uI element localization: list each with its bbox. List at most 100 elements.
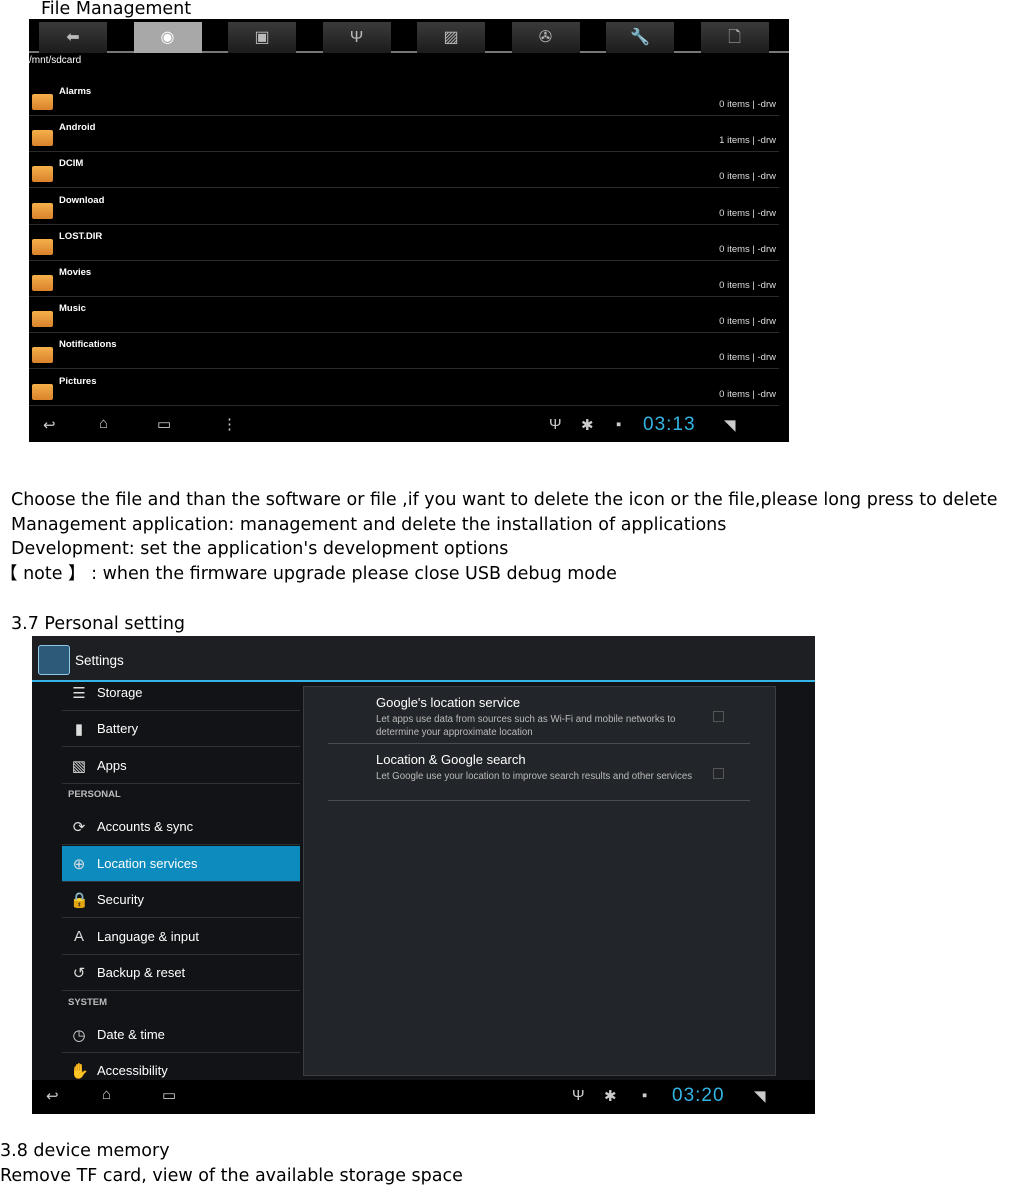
internal-storage-icon: ▣ xyxy=(254,29,270,46)
sync-icon: ⟳ xyxy=(72,819,86,836)
clock: 03:20 xyxy=(672,1085,725,1106)
folder-row[interactable]: Music 0 items | -drw xyxy=(29,297,779,334)
section-personal: PERSONAL xyxy=(68,789,121,800)
folder-name: Notifications xyxy=(59,339,117,351)
location-option[interactable]: Google's location service Let apps use da… xyxy=(328,687,750,744)
tab-usb[interactable]: Ψ xyxy=(322,22,391,53)
back-icon[interactable]: ↩ xyxy=(46,1087,59,1105)
paragraph: Management application: management and d… xyxy=(11,515,727,535)
settings-item-backup-reset[interactable]: ↺ Backup & reset xyxy=(62,955,300,991)
settings-item-label: Accessibility xyxy=(97,1063,168,1078)
film-reel-icon: ✇ xyxy=(538,29,553,46)
tab-back-arrow[interactable]: ⬅ xyxy=(39,22,107,53)
tab-sdcard[interactable]: ◉ xyxy=(133,22,202,53)
folder-row[interactable]: Android 1 items | -drw xyxy=(29,116,779,153)
settings-item-label: Location services xyxy=(97,856,198,871)
folder-meta: 0 items | -drw xyxy=(719,171,776,183)
back-icon[interactable]: ↩ xyxy=(43,416,56,434)
apps-icon: ▧ xyxy=(71,758,87,775)
home-icon[interactable]: ⌂ xyxy=(99,415,108,432)
folder-icon xyxy=(32,383,53,400)
back-arrow-icon: ⬅ xyxy=(66,29,80,46)
note: 【 note 】 : when the firmware upgrade ple… xyxy=(0,564,617,584)
settings-item-accounts-sync[interactable]: ⟳ Accounts & sync xyxy=(62,809,300,845)
settings-item-language-input[interactable]: A Language & input xyxy=(62,919,300,955)
tab-wrench[interactable]: 🔧 xyxy=(606,22,674,53)
folder-row[interactable]: Download 0 items | -drw xyxy=(29,189,779,225)
folder-icon xyxy=(32,94,53,110)
folder-meta: 0 items | -drw xyxy=(719,243,776,255)
tab-film-reel[interactable]: ✇ xyxy=(511,22,580,53)
folder-name: Alarms xyxy=(59,86,92,97)
nav-bar: ↩ ⌂ ▭ Ψ ✱ ▪ 03:20 ◥ xyxy=(32,1080,815,1114)
file-tabs: ⬅ ◉ ▣ Ψ ▨ ✇ 🔧 🗋 xyxy=(29,19,789,53)
option-checkbox[interactable] xyxy=(713,768,724,779)
folder-name: Movies xyxy=(59,267,92,278)
folder-row[interactable]: Alarms 0 items | -drw xyxy=(29,80,779,116)
folder-row[interactable]: Movies 0 items | -drw xyxy=(29,261,779,297)
folder-icon xyxy=(32,130,53,147)
folder-name: Download xyxy=(59,194,105,206)
location-icon: ⊕ xyxy=(72,856,86,873)
nav-bar: ↩ ⌂ ▭ ⋮ Ψ ✱ ▪ 03:13 ◥ xyxy=(29,411,789,442)
settings-item-apps[interactable]: ▧ Apps xyxy=(62,748,300,784)
tab-internal-storage[interactable]: ▣ xyxy=(228,22,296,53)
section-system: SYSTEM xyxy=(68,997,108,1008)
usb-icon: Ψ xyxy=(349,29,364,46)
recent-apps-icon[interactable]: ▭ xyxy=(162,1086,176,1104)
page-title: File Management xyxy=(41,0,192,19)
folder-meta: 0 items | -drw xyxy=(719,388,776,400)
folder-name: DCIM xyxy=(59,158,84,170)
wrench-icon: 🔧 xyxy=(630,29,650,46)
settings-item-label: Language & input xyxy=(97,929,199,944)
folder-meta: 0 items | -drw xyxy=(719,352,776,364)
recent-apps-icon[interactable]: ▭ xyxy=(157,415,171,433)
settings-app-icon[interactable] xyxy=(38,645,70,675)
folder-meta: 0 items | -drw xyxy=(719,99,776,110)
settings-item-label: Backup & reset xyxy=(97,965,186,980)
tab-image[interactable]: ▨ xyxy=(417,22,485,53)
settings-item-label: Apps xyxy=(97,758,127,773)
paragraph: Choose the file and than the software or… xyxy=(11,490,998,510)
settings-item-battery[interactable]: ▮ Battery xyxy=(62,711,300,747)
folder-row[interactable]: Pictures 0 items | -drw xyxy=(29,370,779,406)
debug-icon: ✱ xyxy=(581,417,594,434)
folder-icon xyxy=(32,238,53,255)
settings-item-security[interactable]: 🔒 Security xyxy=(62,882,300,918)
notification-icon: ▪ xyxy=(642,1087,648,1104)
section-heading: 3.8 device memory xyxy=(0,1141,170,1161)
battery-icon: ▮ xyxy=(74,721,84,738)
option-title: Location & Google search xyxy=(376,752,526,767)
option-title: Google's location service xyxy=(376,695,521,710)
location-panel: Google's location service Let apps use da… xyxy=(303,686,776,1076)
language-icon: A xyxy=(73,928,84,945)
option-checkbox[interactable] xyxy=(713,711,724,722)
settings-item-location-services[interactable]: ⊕ Location services xyxy=(62,846,300,882)
usb-icon: Ψ xyxy=(572,1087,585,1104)
settings-item-label: Battery xyxy=(97,721,139,736)
sdcard-icon: ◉ xyxy=(160,29,175,46)
settings-item-label: Security xyxy=(97,892,144,907)
clock-icon: ◷ xyxy=(72,1027,86,1044)
folder-row[interactable]: LOST.DIR 0 items | -drw xyxy=(29,225,779,261)
folder-icon xyxy=(32,275,53,291)
backup-icon: ↺ xyxy=(72,965,86,982)
lock-icon: 🔒 xyxy=(70,892,89,909)
location-option[interactable]: Location & Google search Let Google use y… xyxy=(328,744,750,801)
document-icon: 🗋 xyxy=(728,29,741,46)
settings-item-label: Storage xyxy=(97,685,143,700)
folder-meta: 0 items | -drw xyxy=(719,316,776,328)
settings-item-date-time[interactable]: ◷ Date & time xyxy=(62,1017,300,1053)
folder-name: Pictures xyxy=(59,375,97,387)
folder-icon xyxy=(32,311,53,328)
home-icon[interactable]: ⌂ xyxy=(102,1086,111,1103)
folder-name: Music xyxy=(59,303,86,315)
tab-document[interactable]: 🗋 xyxy=(700,22,769,53)
folder-row[interactable]: DCIM 0 items | -drw xyxy=(29,152,779,189)
menu-icon[interactable]: ⋮ xyxy=(222,415,237,433)
folder-meta: 1 items | -drw xyxy=(719,135,776,147)
settings-item-storage[interactable]: ☰ Storage xyxy=(62,675,300,711)
folder-row[interactable]: Notifications 0 items | -drw xyxy=(29,333,779,370)
storage-icon: ☰ xyxy=(72,685,86,702)
folder-meta: 0 items | -drw xyxy=(719,207,776,219)
